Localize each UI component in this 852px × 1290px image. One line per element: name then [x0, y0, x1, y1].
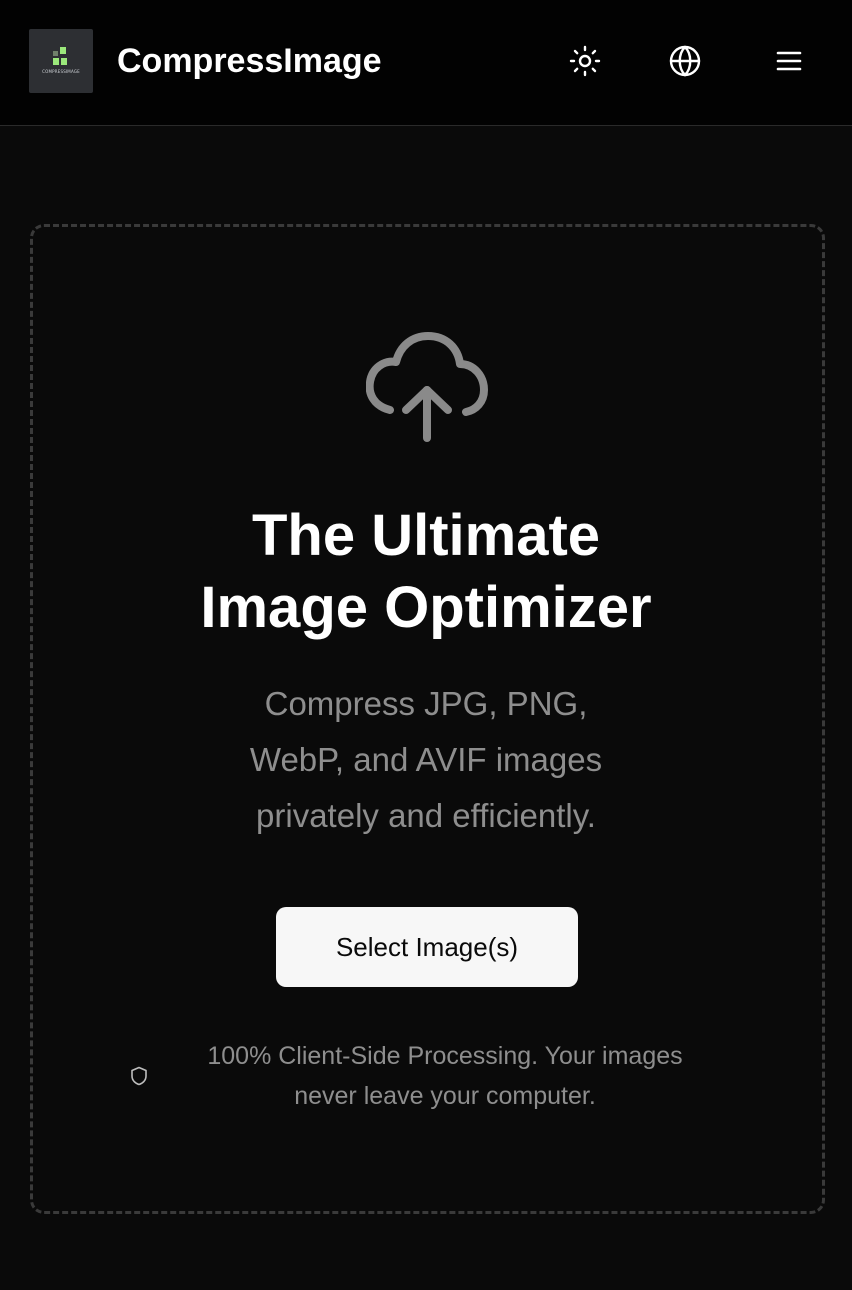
privacy-line-2: never leave your computer.	[294, 1082, 596, 1110]
menu-button[interactable]	[770, 42, 808, 80]
theme-toggle-button[interactable]	[566, 42, 604, 80]
top-header: COMPRESSIMAGE CompressImage	[0, 0, 852, 126]
privacy-text: 100% Client-Side Processing. Your images…	[162, 1036, 728, 1116]
hero-subtitle: Compress JPG, PNG, WebP, and AVIF images…	[226, 676, 626, 844]
subtitle-line-1: Compress JPG, PNG,	[264, 685, 588, 722]
sun-icon	[569, 45, 601, 77]
shield-icon	[131, 1066, 147, 1086]
privacy-note: 100% Client-Side Processing. Your images…	[128, 1036, 728, 1116]
privacy-line-1: 100% Client-Side Processing. Your images	[207, 1042, 683, 1070]
logo-mark-icon	[53, 47, 69, 67]
headline-line-1: The Ultimate	[251, 503, 601, 568]
language-button[interactable]	[666, 42, 704, 80]
globe-icon	[669, 45, 701, 77]
hero-headline: The Ultimate Image Optimizer	[0, 500, 852, 644]
headline-line-2: Image Optimizer	[200, 575, 652, 640]
app-logo[interactable]: COMPRESSIMAGE	[29, 29, 93, 93]
menu-icon	[776, 51, 802, 71]
app-title[interactable]: CompressImage	[117, 40, 382, 82]
select-images-button[interactable]: Select Image(s)	[276, 907, 578, 987]
logo-wordmark: COMPRESSIMAGE	[42, 69, 80, 74]
cloud-upload-icon	[366, 332, 488, 442]
subtitle-line-2: WebP, and AVIF images	[249, 741, 603, 778]
subtitle-line-3: privately and efficiently.	[256, 797, 596, 834]
